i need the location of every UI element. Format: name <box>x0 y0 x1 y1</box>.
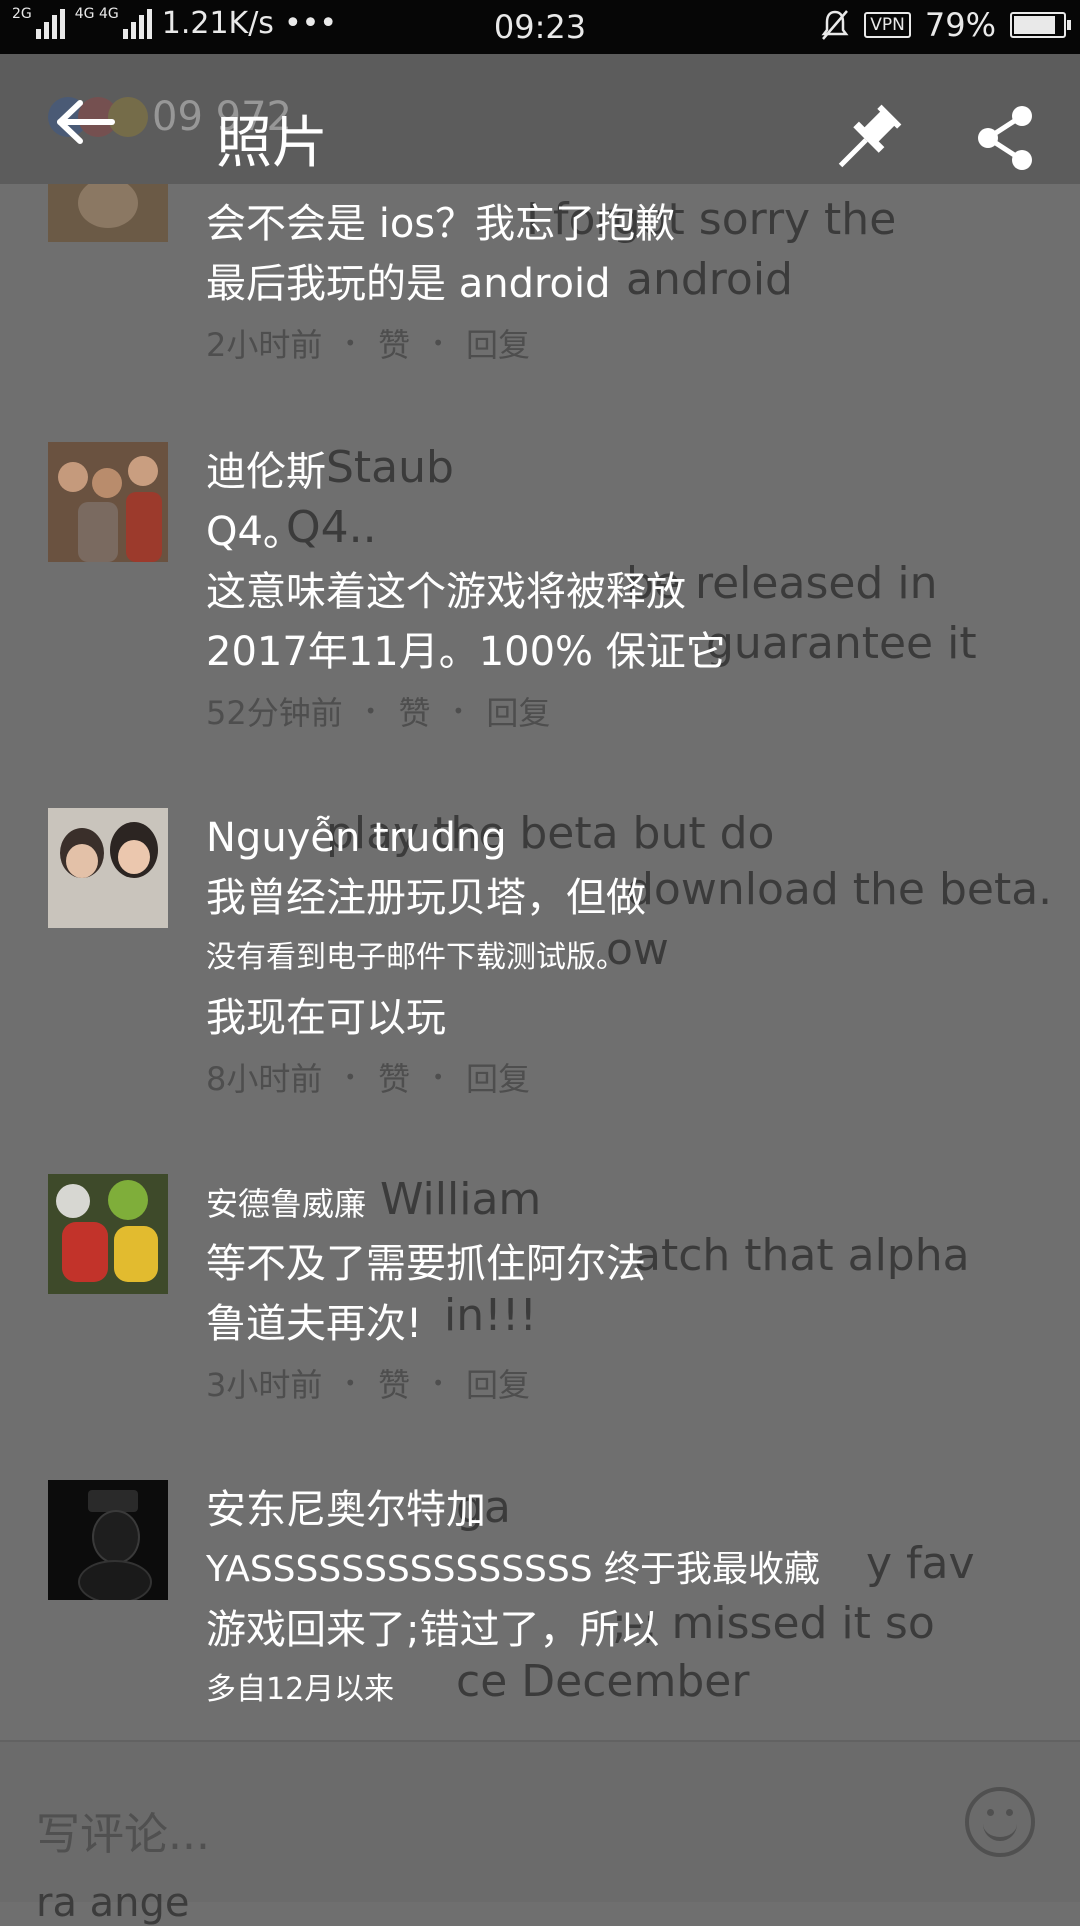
comment-line: 游戏回来了;错过了，所以 <box>206 1607 660 1653</box>
ghost-text: ra ange <box>36 1880 190 1926</box>
comment-time: 2小时前 <box>206 326 323 364</box>
reply-link[interactable]: 回复 <box>466 1360 530 1406</box>
comment-time: 3小时前 <box>206 1366 323 1404</box>
comment-line: Q4。 <box>206 509 303 555</box>
commenter-name[interactable]: 安东尼奥尔特加 <box>206 1480 1050 1540</box>
like-link[interactable]: 赞 <box>399 688 431 734</box>
emoji-icon[interactable] <box>965 1787 1035 1857</box>
comment-body: play the beta but do download the beta. … <box>206 808 1052 1100</box>
comment-line: 我曾经注册玩贝塔，但做 <box>206 875 646 921</box>
status-right: VPN 79% <box>820 6 1071 44</box>
page-title: 照片 <box>216 111 328 176</box>
comment-meta: 52分钟前 • 赞 • 回复 <box>206 688 1050 734</box>
share-icon[interactable] <box>974 104 1036 172</box>
reply-link[interactable]: 回复 <box>466 1054 530 1100</box>
comment-line: 多自12月以来 <box>206 1672 395 1707</box>
comment-input-bar: 写评论... <box>0 1740 1080 1902</box>
avatar[interactable] <box>48 1174 168 1294</box>
comment-line: 2017年11月。100% 保证它 <box>206 629 726 675</box>
mute-bell-icon <box>821 10 849 40</box>
comment-line: 等不及了需要抓住阿尔法 <box>206 1241 646 1287</box>
comment-line: YASSSSSSSSSSSSSSS 终于我最收藏 <box>206 1549 821 1590</box>
like-link[interactable]: 赞 <box>378 1360 410 1406</box>
reply-link[interactable]: 回复 <box>486 688 550 734</box>
photo-header: 09 972 照片 <box>0 54 1080 184</box>
battery-percent: 79% <box>924 6 996 44</box>
comment-body: Staub Q4.. be released in guarantee it 迪… <box>206 442 1050 734</box>
comment-meta: 3小时前 • 赞 • 回复 <box>206 1360 1050 1406</box>
avatar[interactable] <box>48 184 168 242</box>
comment-list[interactable]: I forgot sorry the android 会不会是 ios？我忘了抱… <box>0 184 1080 1740</box>
comment-meta: 2小时前 • 赞 • 回复 <box>206 320 1050 366</box>
comment-body: William atch that alpha in!!! 安德鲁威廉 等不及了… <box>206 1174 1050 1406</box>
comment-time: 52分钟前 <box>206 694 343 732</box>
comment-line: 鲁道夫再次! <box>206 1301 423 1347</box>
comment-line: 这意味着这个游戏将被释放 <box>206 569 686 615</box>
avatar[interactable] <box>48 808 168 928</box>
comment-body: ga y fav ;-; missed it so ce December 安东… <box>206 1480 1050 1720</box>
avatar[interactable] <box>48 1480 168 1600</box>
like-link[interactable]: 赞 <box>378 1054 410 1100</box>
like-link[interactable]: 赞 <box>378 320 410 366</box>
commenter-name[interactable]: Nguyễn trudng <box>206 808 1050 868</box>
commenter-name[interactable]: 安德鲁威廉 <box>206 1174 1050 1234</box>
vpn-badge: VPN <box>864 12 911 38</box>
battery-icon <box>1010 12 1071 38</box>
status-bar: 2G 4G 4G 1.21K/s ••• 09:23 VPN 79% <box>0 0 1080 54</box>
commenter-name[interactable]: 迪伦斯 <box>206 442 1050 502</box>
reply-link[interactable]: 回复 <box>466 320 530 366</box>
avatar[interactable] <box>48 442 168 562</box>
comment-line: 会不会是 ios？我忘了抱歉 <box>206 201 676 247</box>
comment-line: 我现在可以玩 <box>206 995 446 1041</box>
comment-input[interactable]: 写评论... <box>36 1798 210 1862</box>
comment-time: 8小时前 <box>206 1060 323 1098</box>
comment-line: 没有看到电子邮件下载测试版。 <box>206 940 626 975</box>
comment-line: 最后我玩的是 android <box>206 261 611 307</box>
comment-body: I forgot sorry the android 会不会是 ios？我忘了抱… <box>206 184 1050 366</box>
comment-meta: 8小时前 • 赞 • 回复 <box>206 1054 1050 1100</box>
pin-icon[interactable] <box>826 100 906 180</box>
back-arrow-icon[interactable] <box>56 100 116 144</box>
